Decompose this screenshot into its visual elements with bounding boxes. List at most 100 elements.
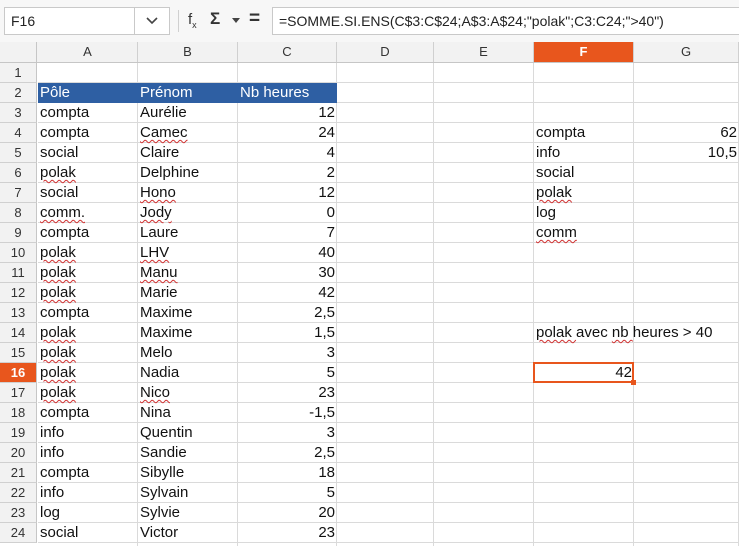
prenom-cell[interactable]: Camec bbox=[138, 123, 238, 143]
row-header-14[interactable]: 14 bbox=[0, 323, 37, 343]
heures-cell[interactable]: 20 bbox=[238, 503, 337, 523]
prenom-cell[interactable]: Melo bbox=[138, 343, 238, 363]
formula-input[interactable]: =SOMME.SI.ENS(C$3:C$24;A$3:A$24;"polak";… bbox=[272, 7, 739, 35]
formula-equal-icon[interactable]: = bbox=[249, 8, 260, 30]
row-header-7[interactable]: 7 bbox=[0, 183, 37, 203]
pole-cell[interactable]: compta bbox=[38, 403, 138, 423]
heures-cell[interactable]: 2,5 bbox=[238, 303, 337, 323]
prenom-cell[interactable]: Maxime bbox=[138, 323, 238, 343]
heures-cell[interactable]: 1,5 bbox=[238, 323, 337, 343]
prenom-cell[interactable]: Nina bbox=[138, 403, 238, 423]
function-wizard-icon[interactable]: fx bbox=[188, 11, 197, 30]
active-cell-cursor[interactable] bbox=[533, 362, 634, 383]
pole-cell[interactable]: polak bbox=[38, 163, 138, 183]
prenom-cell[interactable]: LHV bbox=[138, 243, 238, 263]
prenom-cell[interactable]: Jody bbox=[138, 203, 238, 223]
prenom-cell[interactable]: Marie bbox=[138, 283, 238, 303]
row-header-11[interactable]: 11 bbox=[0, 263, 37, 283]
column-header-b[interactable]: B bbox=[138, 42, 238, 62]
row-header-10[interactable]: 10 bbox=[0, 243, 37, 263]
column-header-c[interactable]: C bbox=[238, 42, 337, 62]
pole-cell[interactable]: info bbox=[38, 483, 138, 503]
heures-cell[interactable]: 5 bbox=[238, 483, 337, 503]
heures-cell[interactable]: 0 bbox=[238, 203, 337, 223]
heures-cell[interactable]: 42 bbox=[238, 283, 337, 303]
pole-cell[interactable]: info bbox=[38, 423, 138, 443]
row-header-3[interactable]: 3 bbox=[0, 103, 37, 123]
row-header-2[interactable]: 2 bbox=[0, 83, 37, 103]
prenom-cell[interactable]: Quentin bbox=[138, 423, 238, 443]
prenom-cell[interactable]: Manu bbox=[138, 263, 238, 283]
prenom-cell[interactable]: Laure bbox=[138, 223, 238, 243]
prenom-cell[interactable]: Sandie bbox=[138, 443, 238, 463]
pole-cell[interactable]: polak bbox=[38, 263, 138, 283]
row-header-5[interactable]: 5 bbox=[0, 143, 37, 163]
summary-label-cell[interactable]: comm bbox=[534, 223, 634, 243]
pole-cell[interactable]: polak bbox=[38, 243, 138, 263]
heures-cell[interactable]: 18 bbox=[238, 463, 337, 483]
heures-cell[interactable]: 3 bbox=[238, 423, 337, 443]
pole-cell[interactable]: compta bbox=[38, 103, 138, 123]
pole-cell[interactable]: polak bbox=[38, 323, 138, 343]
prenom-cell[interactable]: Sylvain bbox=[138, 483, 238, 503]
prenom-cell[interactable]: Nadia bbox=[138, 363, 238, 383]
summary-label-cell[interactable]: log bbox=[534, 203, 634, 223]
summary-label-cell[interactable]: compta bbox=[534, 123, 634, 143]
prenom-cell[interactable]: Victor bbox=[138, 523, 238, 543]
select-all-corner[interactable] bbox=[0, 42, 37, 62]
column-header-f[interactable]: F bbox=[534, 42, 634, 62]
prenom-cell[interactable]: Sibylle bbox=[138, 463, 238, 483]
pole-cell[interactable]: log bbox=[38, 503, 138, 523]
heures-cell[interactable]: 4 bbox=[238, 143, 337, 163]
row-header-22[interactable]: 22 bbox=[0, 483, 37, 503]
pole-cell[interactable]: comm. bbox=[38, 203, 138, 223]
name-box-dropdown-button[interactable] bbox=[134, 7, 170, 35]
pole-cell[interactable]: social bbox=[38, 183, 138, 203]
summary-value-cell[interactable]: 62 bbox=[634, 123, 739, 143]
row-header-18[interactable]: 18 bbox=[0, 403, 37, 423]
row-header-8[interactable]: 8 bbox=[0, 203, 37, 223]
prenom-cell[interactable]: Nico bbox=[138, 383, 238, 403]
heures-cell[interactable]: 5 bbox=[238, 363, 337, 383]
row-header-20[interactable]: 20 bbox=[0, 443, 37, 463]
heures-cell[interactable]: 12 bbox=[238, 103, 337, 123]
summary-value-cell[interactable]: 10,5 bbox=[634, 143, 739, 163]
row-header-15[interactable]: 15 bbox=[0, 343, 37, 363]
prenom-cell[interactable]: Aurélie bbox=[138, 103, 238, 123]
heures-cell[interactable]: 24 bbox=[238, 123, 337, 143]
pole-cell[interactable]: social bbox=[38, 143, 138, 163]
column-header-a[interactable]: A bbox=[38, 42, 138, 62]
pole-cell[interactable]: info bbox=[38, 443, 138, 463]
fill-handle[interactable] bbox=[631, 380, 636, 385]
summary-label-cell[interactable]: polak bbox=[534, 183, 634, 203]
sum-icon[interactable]: Σ bbox=[210, 9, 220, 29]
column-header-d[interactable]: D bbox=[337, 42, 434, 62]
row-header-23[interactable]: 23 bbox=[0, 503, 37, 523]
table-header-cell[interactable]: Pôle bbox=[38, 83, 138, 103]
pole-cell[interactable]: polak bbox=[38, 363, 138, 383]
pole-cell[interactable]: polak bbox=[38, 383, 138, 403]
prenom-cell[interactable]: Delphine bbox=[138, 163, 238, 183]
row-header-21[interactable]: 21 bbox=[0, 463, 37, 483]
name-box[interactable]: F16 bbox=[4, 7, 134, 35]
criteria-label-cell[interactable]: polak avec nb heures > 40 bbox=[534, 323, 739, 343]
summary-label-cell[interactable]: info bbox=[534, 143, 634, 163]
heures-cell[interactable]: 40 bbox=[238, 243, 337, 263]
table-header-cell[interactable]: Nb heures bbox=[238, 83, 337, 103]
pole-cell[interactable]: polak bbox=[38, 283, 138, 303]
row-header-6[interactable]: 6 bbox=[0, 163, 37, 183]
heures-cell[interactable]: 2,5 bbox=[238, 443, 337, 463]
row-header-1[interactable]: 1 bbox=[0, 63, 37, 83]
pole-cell[interactable]: polak bbox=[38, 343, 138, 363]
pole-cell[interactable]: compta bbox=[38, 463, 138, 483]
row-header-13[interactable]: 13 bbox=[0, 303, 37, 323]
column-header-e[interactable]: E bbox=[434, 42, 534, 62]
row-header-9[interactable]: 9 bbox=[0, 223, 37, 243]
row-header-19[interactable]: 19 bbox=[0, 423, 37, 443]
prenom-cell[interactable]: Claire bbox=[138, 143, 238, 163]
prenom-cell[interactable]: Maxime bbox=[138, 303, 238, 323]
pole-cell[interactable]: compta bbox=[38, 123, 138, 143]
heures-cell[interactable]: 3 bbox=[238, 343, 337, 363]
pole-cell[interactable]: compta bbox=[38, 303, 138, 323]
row-header-17[interactable]: 17 bbox=[0, 383, 37, 403]
